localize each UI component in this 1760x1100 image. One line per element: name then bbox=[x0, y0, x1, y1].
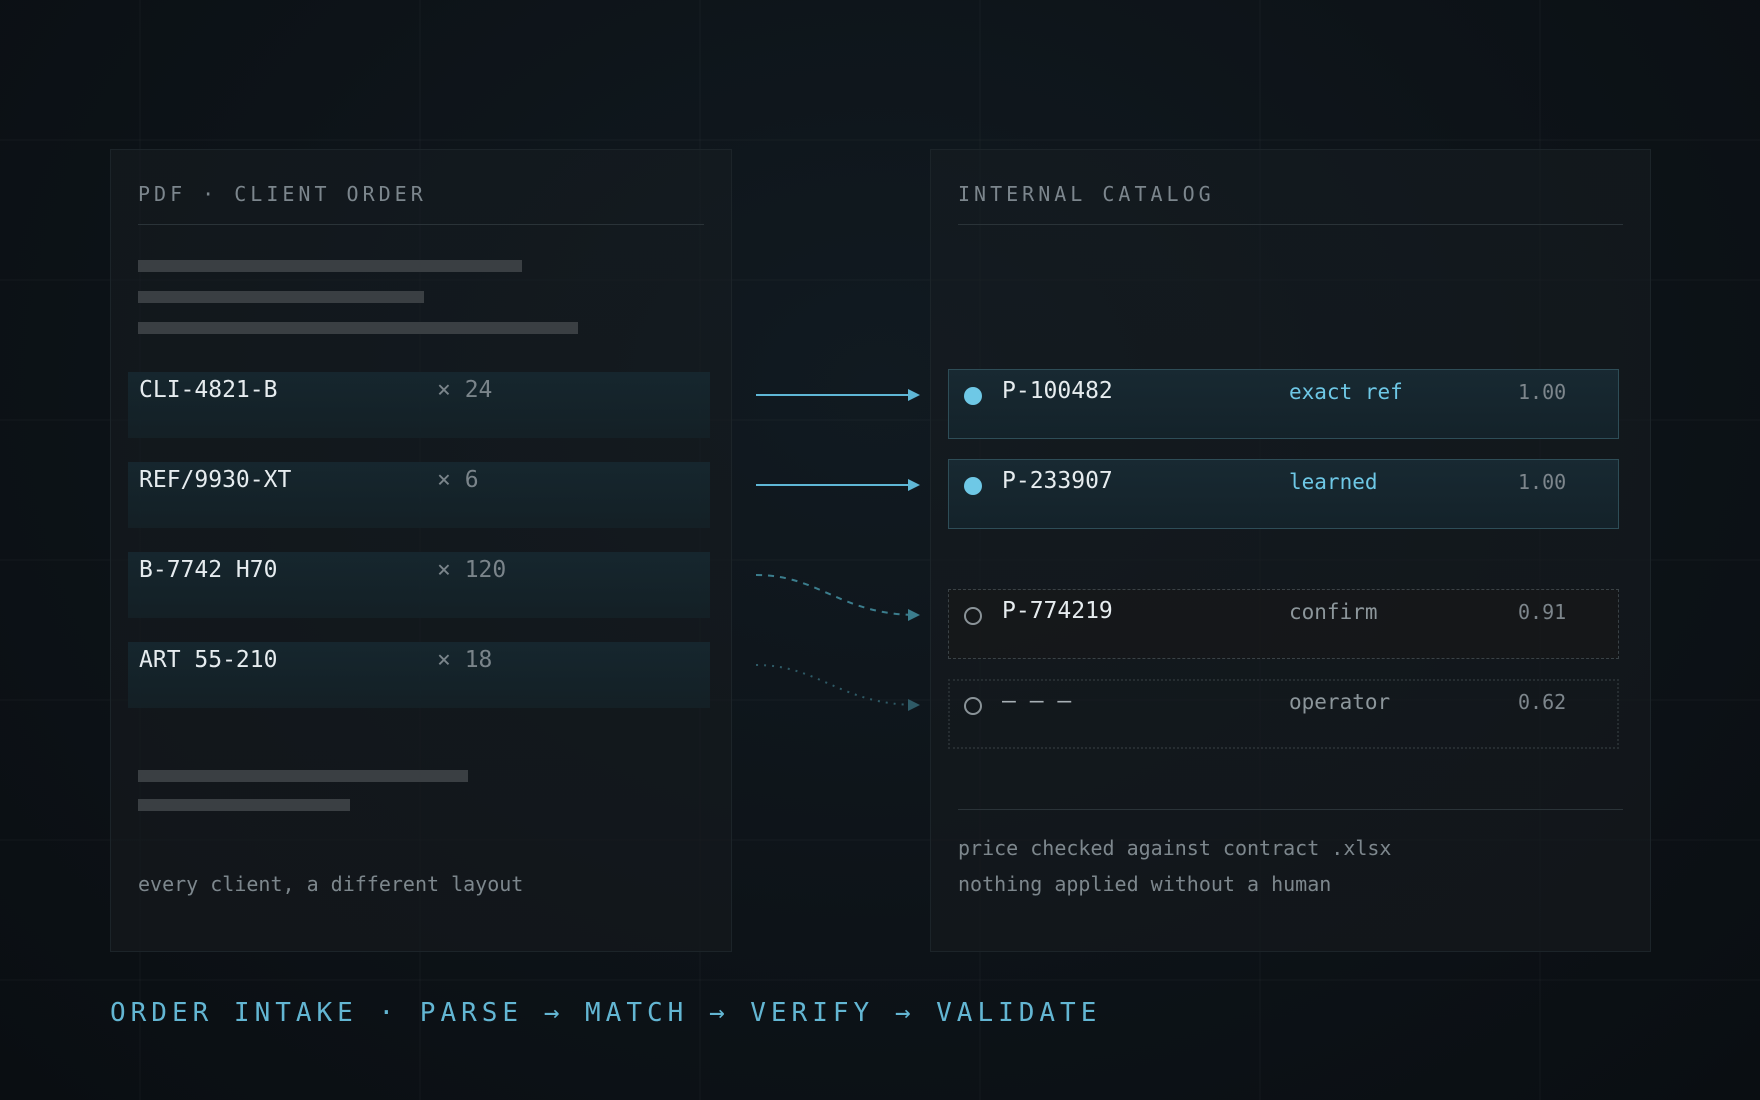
match-score: 1.00 bbox=[1518, 380, 1567, 404]
matched-indicator-icon bbox=[964, 477, 982, 495]
internal-catalog-panel: INTERNAL CATALOG P-100482 exact ref 1.00… bbox=[930, 149, 1651, 952]
internal-catalog-title: INTERNAL CATALOG bbox=[958, 182, 1215, 206]
pipeline-caption: ORDER INTAKE · PARSE → MATCH → VERIFY → … bbox=[110, 998, 1102, 1028]
catalog-match-row: P-100482 exact ref 1.00 bbox=[948, 369, 1619, 439]
title-divider bbox=[958, 224, 1623, 225]
matched-indicator-icon bbox=[964, 387, 982, 405]
catalog-match-row: — — — operator 0.62 bbox=[948, 679, 1619, 749]
match-method: exact ref bbox=[1289, 380, 1403, 404]
product-id: P-100482 bbox=[1002, 378, 1113, 404]
pending-indicator-icon bbox=[964, 607, 982, 625]
match-score: 1.00 bbox=[1518, 470, 1567, 494]
match-score: 0.91 bbox=[1518, 600, 1567, 624]
notes-divider bbox=[958, 809, 1623, 810]
catalog-match-row: P-233907 learned 1.00 bbox=[948, 459, 1619, 529]
match-method: operator bbox=[1289, 690, 1391, 714]
pending-indicator-icon bbox=[964, 697, 982, 715]
match-method: learned bbox=[1289, 470, 1378, 494]
match-score: 0.62 bbox=[1518, 690, 1567, 714]
product-id: P-774219 bbox=[1002, 598, 1113, 624]
match-method: confirm bbox=[1289, 600, 1378, 624]
catalog-match-row: P-774219 confirm 0.91 bbox=[948, 589, 1619, 659]
catalog-note-line: price checked against contract .xlsx bbox=[958, 836, 1392, 860]
operator-match-arrow bbox=[755, 664, 920, 711]
catalog-note-line: nothing applied without a human bbox=[958, 872, 1332, 896]
confirm-match-arrow bbox=[755, 574, 920, 621]
product-id: — — — bbox=[1002, 688, 1072, 714]
product-id: P-233907 bbox=[1002, 468, 1113, 494]
